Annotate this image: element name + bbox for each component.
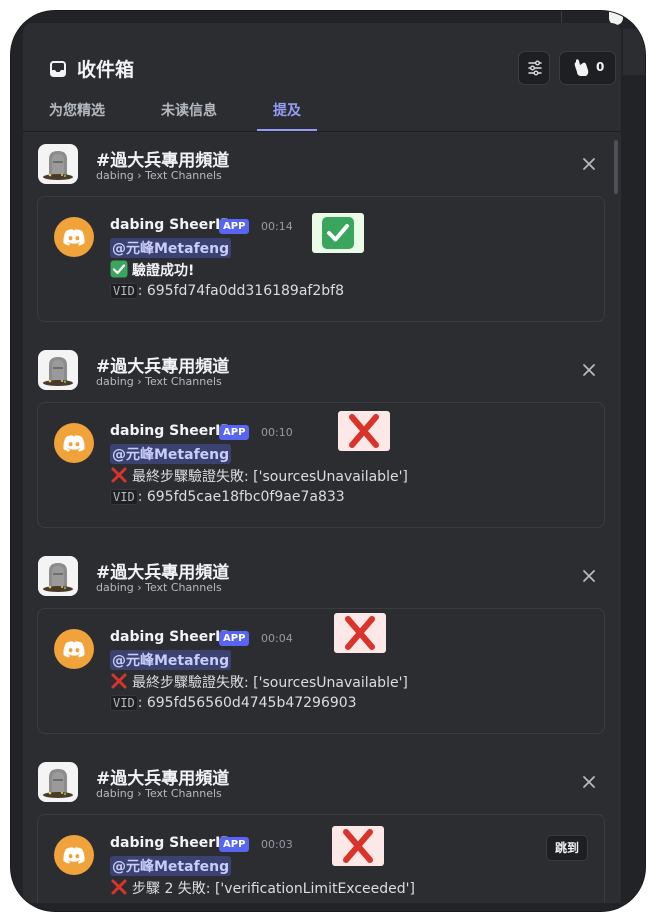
tombstone-icon bbox=[43, 357, 73, 386]
channel-name[interactable]: #過大兵專用頻道 bbox=[96, 146, 229, 171]
jump-button[interactable]: 跳到 bbox=[546, 835, 588, 861]
check-mark-icon bbox=[110, 260, 128, 278]
message-card[interactable]: dabing SheerID APP 00:04 @元峰Metafeng 最終步… bbox=[37, 608, 605, 734]
channel-avatar bbox=[38, 762, 78, 802]
vid-code-label: VID bbox=[110, 489, 138, 505]
tombstone-icon bbox=[43, 563, 73, 592]
tab-mentions[interactable]: 提及 bbox=[273, 100, 301, 120]
discord-logo-icon bbox=[63, 229, 85, 246]
filter-button[interactable] bbox=[518, 51, 550, 85]
cross-mark-icon bbox=[345, 616, 375, 650]
channel-avatar bbox=[38, 556, 78, 596]
message-author[interactable]: dabing SheerID bbox=[110, 629, 232, 645]
notification-item: #過大兵專用頻道 dabing › Text Channels dabing S… bbox=[23, 750, 621, 903]
cross-mark-icon bbox=[349, 414, 379, 448]
message-timestamp: 00:10 bbox=[261, 426, 293, 439]
channel-name[interactable]: #過大兵專用頻道 bbox=[96, 764, 229, 789]
app-badge: APP bbox=[219, 631, 250, 646]
close-icon[interactable] bbox=[581, 156, 597, 172]
check-mark-emoji bbox=[312, 213, 364, 253]
tombstone-icon bbox=[43, 769, 73, 798]
vid-value: : 695fd74fa0dd316189af2bf8 bbox=[137, 283, 344, 299]
close-icon[interactable] bbox=[581, 362, 597, 378]
message-card[interactable]: dabing SheerID APP 00:10 @元峰Metafeng 最終步… bbox=[37, 402, 605, 528]
vid-code-label: VID bbox=[110, 695, 138, 711]
discord-logo-icon bbox=[63, 641, 85, 658]
channel-path: dabing › Text Channels bbox=[96, 787, 222, 800]
channel-name[interactable]: #過大兵專用頻道 bbox=[96, 352, 229, 377]
bot-avatar bbox=[54, 629, 94, 669]
vid-line: VID: 695fd56560d4745b47296903 bbox=[110, 695, 357, 711]
hand-icon bbox=[574, 59, 589, 76]
message-text-content: 步驟 2 失敗: ['verificationLimitExceeded'] bbox=[132, 881, 415, 897]
message-author[interactable]: dabing SheerID bbox=[110, 423, 232, 439]
check-mark-icon bbox=[322, 217, 354, 249]
app-badge: APP bbox=[219, 219, 250, 234]
cross-mark-icon bbox=[111, 879, 127, 895]
notification-item: #過大兵專用頻道 dabing › Text Channels dabing S… bbox=[23, 132, 621, 338]
user-mention[interactable]: @元峰Metafeng bbox=[110, 650, 232, 670]
message-author[interactable]: dabing SheerID bbox=[110, 217, 232, 233]
user-mention[interactable]: @元峰Metafeng bbox=[110, 238, 232, 258]
channel-path: dabing › Text Channels bbox=[96, 581, 222, 594]
cross-mark-icon bbox=[343, 829, 373, 863]
message-text: 驗證成功! bbox=[110, 260, 194, 280]
vid-value: : 695fd56560d4745b47296903 bbox=[137, 695, 357, 711]
notification-item: #過大兵專用頻道 dabing › Text Channels dabing S… bbox=[23, 338, 621, 544]
message-text: 步驟 2 失敗: ['verificationLimitExceeded'] bbox=[110, 878, 415, 898]
bot-avatar bbox=[54, 217, 94, 257]
user-mention[interactable]: @元峰Metafeng bbox=[110, 856, 232, 876]
tombstone-icon bbox=[43, 151, 73, 180]
cross-mark-emoji bbox=[332, 826, 384, 866]
cross-mark-icon bbox=[111, 673, 127, 689]
inbox-panel: 收件箱 0 为您精选 未读信息 提及 #過大兵專用頻道 dabing › Tex… bbox=[23, 23, 621, 903]
message-timestamp: 00:14 bbox=[261, 220, 293, 233]
message-text: 最終步驟驗證失敗: ['sourcesUnavailable'] bbox=[110, 672, 408, 692]
bot-avatar bbox=[54, 835, 94, 875]
discord-logo-icon bbox=[63, 435, 85, 452]
inbox-header: 收件箱 0 为您精选 未读信息 提及 bbox=[23, 23, 621, 132]
channel-path: dabing › Text Channels bbox=[96, 375, 222, 388]
message-card[interactable]: dabing SheerID APP 00:14 @元峰Metafeng 驗證成… bbox=[37, 196, 605, 322]
close-icon[interactable] bbox=[581, 568, 597, 584]
sliders-icon bbox=[528, 60, 542, 76]
vid-line: VID: 695fd5cae18fbc0f9ae7a833 bbox=[110, 489, 345, 505]
mention-count: 0 bbox=[596, 60, 605, 74]
message-text: 最終步驟驗證失敗: ['sourcesUnavailable'] bbox=[110, 466, 408, 486]
channel-avatar bbox=[38, 144, 78, 184]
cross-mark-emoji bbox=[338, 411, 390, 451]
vid-code-label: VID bbox=[110, 283, 138, 299]
notification-item: #過大兵專用頻道 dabing › Text Channels dabing S… bbox=[23, 544, 621, 750]
user-mention[interactable]: @元峰Metafeng bbox=[110, 444, 232, 464]
message-timestamp: 00:04 bbox=[261, 632, 293, 645]
bot-avatar bbox=[54, 423, 94, 463]
app-badge: APP bbox=[219, 425, 250, 440]
channel-path: dabing › Text Channels bbox=[96, 169, 222, 182]
channel-name[interactable]: #過大兵專用頻道 bbox=[96, 558, 229, 583]
message-text-content: 驗證成功! bbox=[132, 263, 195, 279]
notification-list[interactable]: #過大兵專用頻道 dabing › Text Channels dabing S… bbox=[23, 132, 621, 903]
mentions-counter-button[interactable]: 0 bbox=[559, 51, 616, 85]
discord-logo-icon bbox=[63, 847, 85, 864]
cross-mark-emoji bbox=[334, 613, 386, 653]
background-strip bbox=[623, 29, 645, 75]
inbox-icon bbox=[50, 61, 66, 77]
inbox-title: 收件箱 bbox=[77, 59, 135, 81]
message-author[interactable]: dabing SheerID bbox=[110, 835, 232, 851]
app-badge: APP bbox=[219, 837, 250, 852]
vid-value: : 695fd5cae18fbc0f9ae7a833 bbox=[137, 489, 345, 505]
tab-for-you[interactable]: 为您精选 bbox=[49, 100, 105, 120]
message-card[interactable]: dabing SheerID APP 00:03 跳到 @元峰Metafeng … bbox=[37, 814, 605, 903]
message-text-content: 最終步驟驗證失敗: ['sourcesUnavailable'] bbox=[132, 675, 408, 691]
close-icon[interactable] bbox=[581, 774, 597, 790]
active-tab-indicator bbox=[257, 129, 317, 131]
vid-line: VID: 695fd74fa0dd316189af2bf8 bbox=[110, 283, 344, 299]
device-frame: 收件箱 0 为您精选 未读信息 提及 #過大兵專用頻道 dabing › Tex… bbox=[11, 11, 645, 911]
channel-avatar bbox=[38, 350, 78, 390]
cross-mark-icon bbox=[111, 467, 127, 483]
tab-unread[interactable]: 未读信息 bbox=[161, 100, 217, 120]
message-timestamp: 00:03 bbox=[261, 838, 293, 851]
message-text-content: 最終步驟驗證失敗: ['sourcesUnavailable'] bbox=[132, 469, 408, 485]
